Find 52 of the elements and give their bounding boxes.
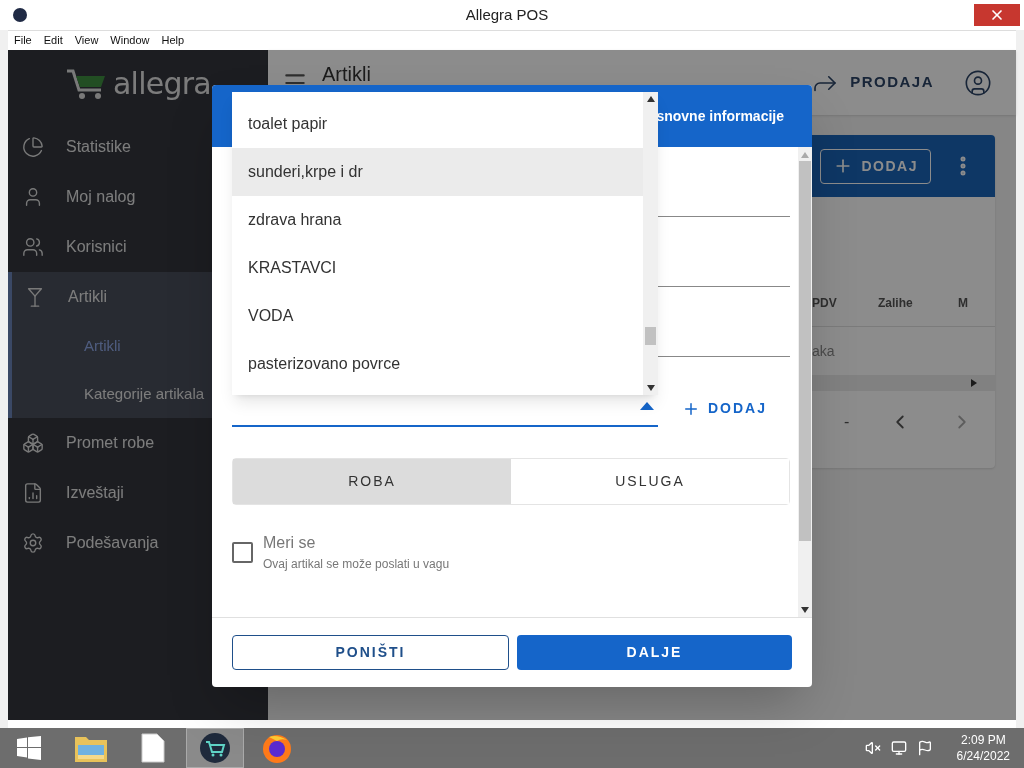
column-header: M (958, 295, 969, 312)
scroll-down-icon[interactable] (801, 607, 809, 613)
muted-speaker-icon[interactable] (864, 740, 881, 756)
vertical-scrollbar[interactable] (798, 147, 812, 617)
sale-button[interactable]: PRODAJA (810, 67, 934, 98)
scroll-right-icon[interactable] (971, 379, 977, 387)
clock-date[interactable]: 6/24/2022 (956, 748, 1010, 764)
next-button[interactable]: DALJE (517, 635, 792, 670)
pie-chart-icon (22, 136, 44, 158)
checkbox-hint: Ovaj artikal se može poslati u vagu (263, 556, 450, 573)
page-title: Artikli (322, 61, 371, 87)
column-header: Zalihe (878, 295, 914, 312)
column-header: PDV (812, 295, 838, 312)
menu-item[interactable]: Window (110, 32, 150, 49)
browser-icon[interactable] (261, 732, 293, 764)
scrollbar-thumb[interactable] (799, 161, 811, 541)
menu-item[interactable]: File (14, 32, 32, 49)
menu-item[interactable]: View (74, 32, 99, 49)
taskbar-button[interactable] (186, 728, 244, 768)
app-icon (12, 7, 28, 23)
menu-item[interactable]: Edit (43, 32, 63, 49)
settings-icon (22, 532, 44, 554)
dropdown-scrollbar[interactable] (643, 92, 658, 395)
close-icon (989, 7, 1005, 23)
windows-icon[interactable] (17, 736, 41, 760)
dialog-title: snovne informacije (656, 106, 784, 126)
report-icon (22, 482, 44, 504)
empty-message: aka (812, 341, 835, 361)
add-category-button[interactable]: DODAJ (682, 398, 767, 419)
page-range: - (844, 412, 850, 432)
file-icon[interactable] (141, 733, 165, 763)
horizontal-scrollbar[interactable] (812, 375, 995, 391)
scrollbar-thumb[interactable] (645, 327, 656, 345)
checkbox-label: Meri se (263, 533, 317, 553)
network-icon[interactable] (890, 740, 907, 756)
menu-item[interactable]: Help (161, 32, 185, 49)
close-button[interactable] (974, 4, 1020, 26)
user-icon[interactable] (964, 68, 992, 97)
boxes-icon (22, 432, 44, 454)
cart-icon[interactable] (200, 733, 230, 763)
scroll-up-icon[interactable] (646, 96, 655, 102)
window-title: Allegra POS (465, 6, 549, 23)
checkbox[interactable] (232, 541, 253, 563)
add-button[interactable]: DODAJ (820, 148, 931, 184)
scroll-down-icon[interactable] (646, 385, 655, 391)
users-icon (22, 236, 44, 258)
dropdown-option[interactable]: sunderi,krpe i dr (232, 148, 643, 196)
flag-icon[interactable] (916, 740, 933, 756)
cancel-button[interactable]: PONIŠTI (232, 635, 509, 670)
type-toggle[interactable]: ROBA (233, 459, 511, 504)
clock-time[interactable]: 2:09 PM (960, 732, 1006, 748)
logo-text: allegra (113, 69, 211, 99)
